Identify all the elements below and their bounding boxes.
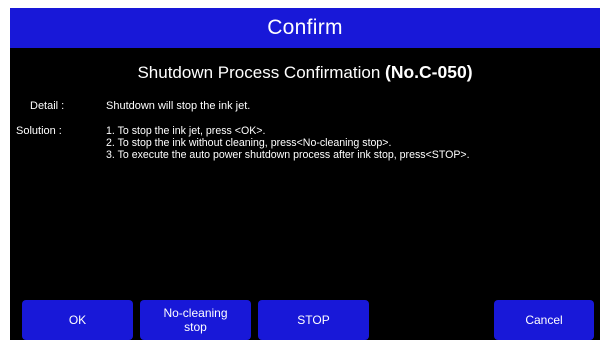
- cancel-button-label: Cancel: [525, 313, 563, 327]
- solution-step: 1. To stop the ink jet, press <OK>.: [106, 125, 266, 137]
- solution-label: Solution :: [16, 125, 62, 137]
- dialog-title: Confirm: [267, 16, 343, 39]
- solution-list: 1. To stop the ink jet, press <OK>. 2. T…: [106, 125, 586, 161]
- stop-button-label: STOP: [297, 313, 330, 327]
- no-cleaning-stop-button-label: No-cleaning stop: [163, 306, 228, 334]
- stop-button[interactable]: STOP: [258, 300, 369, 340]
- button-bar: OK No-cleaning stop STOP Cancel: [10, 300, 600, 340]
- cancel-button[interactable]: Cancel: [494, 300, 594, 340]
- ok-button[interactable]: OK: [22, 300, 133, 340]
- confirm-dialog: Confirm Shutdown Process Confirmation (N…: [10, 8, 600, 340]
- detail-label: Detail :: [30, 100, 65, 112]
- ok-button-label: OK: [68, 313, 87, 327]
- confirmation-heading: Shutdown Process Confirmation (No.C-050): [10, 62, 600, 83]
- error-code: (No.C-050): [385, 62, 473, 82]
- dialog-title-bar: Confirm: [10, 8, 600, 48]
- heading-text: Shutdown Process Confirmation: [137, 63, 381, 82]
- solution-step: 3. To execute the auto power shutdown pr…: [106, 149, 470, 161]
- detail-text: Shutdown will stop the ink jet.: [106, 100, 251, 112]
- no-cleaning-stop-button[interactable]: No-cleaning stop: [140, 300, 251, 340]
- solution-step: 2. To stop the ink without cleaning, pre…: [106, 137, 392, 149]
